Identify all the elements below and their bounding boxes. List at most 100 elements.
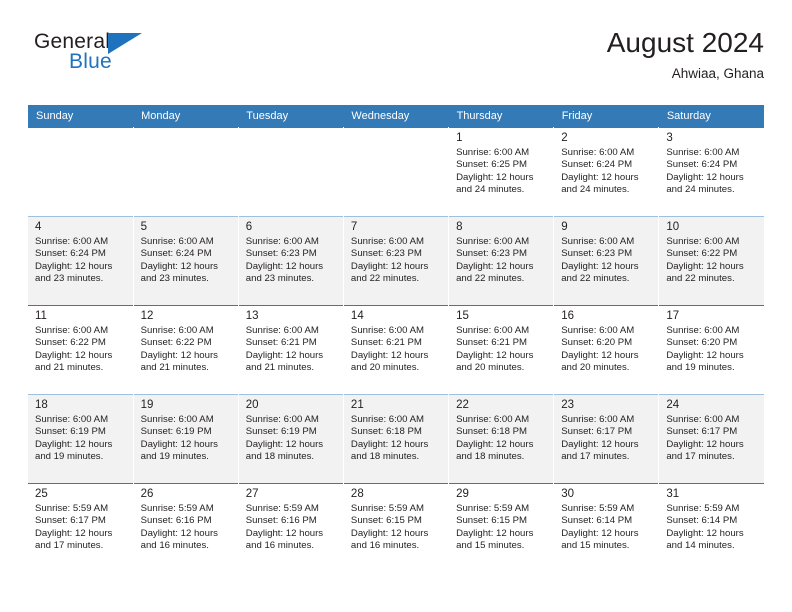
calendar-cell-inner: 14 Sunrise: 6:00 AM Sunset: 6:21 PM Dayligh…	[343, 305, 449, 394]
sunset-text: Sunset: 6:24 PM	[561, 159, 633, 171]
calendar-day-cell[interactable]: 25 Sunrise: 5:59 AM Sunset: 6:17 PM Dayligh…	[28, 483, 134, 572]
calendar-cell-inner: 18 Sunrise: 6:00 AM Sunset: 6:19 PM Dayligh…	[28, 394, 133, 483]
sunrise-text: Sunrise: 6:00 AM	[456, 236, 530, 247]
calendar-cell-inner: 22 Sunrise: 6:00 AM Sunset: 6:18 PM Dayligh…	[449, 394, 554, 483]
day-number: 9	[561, 221, 568, 233]
daylight-text-line1: Daylight: 12 hours	[35, 527, 113, 539]
daylight-text-line2: and 23 minutes.	[140, 273, 209, 285]
calendar-day-cell[interactable]: 23 Sunrise: 6:00 AM Sunset: 6:17 PM Dayligh…	[553, 394, 660, 483]
calendar-day-cell[interactable]: 5 Sunrise: 6:00 AM Sunset: 6:24 PM Daylight…	[133, 216, 239, 305]
sunset-text: Sunset: 6:21 PM	[456, 337, 527, 349]
calendar-day-cell[interactable]: 14 Sunrise: 6:00 AM Sunset: 6:21 PM Dayligh…	[343, 305, 450, 394]
sunrise-text: Sunrise: 6:00 AM	[140, 325, 214, 336]
daylight-text-line2: and 22 minutes.	[666, 273, 735, 285]
weekday-header-saturday: Saturday	[658, 105, 764, 127]
daylight-text-line2: and 23 minutes.	[35, 273, 104, 285]
daylight-text-line2: and 14 minutes.	[666, 540, 735, 552]
day-number: 18	[35, 399, 48, 411]
calendar-cell-inner: 24 Sunrise: 6:00 AM Sunset: 6:17 PM Dayligh…	[659, 394, 764, 483]
daylight-text-line1: Daylight: 12 hours	[245, 260, 324, 272]
calendar-day-cell[interactable]: 29 Sunrise: 5:59 AM Sunset: 6:15 PM Dayligh…	[448, 483, 555, 572]
sunset-text: Sunset: 6:15 PM	[350, 515, 422, 527]
daylight-text-line1: Daylight: 12 hours	[456, 260, 534, 272]
daylight-text-line1: Daylight: 12 hours	[350, 260, 429, 272]
day-number: 13	[245, 310, 259, 322]
calendar-cell-empty	[133, 127, 239, 216]
calendar-cell-empty	[28, 127, 134, 216]
calendar-cell-inner: 3 Sunrise: 6:00 AM Sunset: 6:24 PM Daylight…	[659, 127, 764, 216]
day-number: 19	[140, 399, 154, 411]
calendar-day-cell[interactable]: 3 Sunrise: 6:00 AM Sunset: 6:24 PM Daylight…	[658, 127, 764, 216]
calendar-day-cell[interactable]: 26 Sunrise: 5:59 AM Sunset: 6:16 PM Dayligh…	[133, 483, 239, 572]
calendar-header-row: Sunday Monday Tuesday Wednesday Thursday…	[28, 105, 764, 127]
daylight-text-line2: and 21 minutes.	[140, 362, 209, 374]
calendar-day-cell[interactable]: 8 Sunrise: 6:00 AM Sunset: 6:23 PM Daylight…	[448, 216, 555, 305]
calendar-day-cell[interactable]: 6 Sunrise: 6:00 AM Sunset: 6:23 PM Daylight…	[238, 216, 344, 305]
brand-logo[interactable]: General Blue	[34, 30, 234, 86]
calendar-day-cell[interactable]: 1 Sunrise: 6:00 AM Sunset: 6:25 PM Daylight…	[448, 127, 555, 216]
calendar-day-cell[interactable]: 28 Sunrise: 5:59 AM Sunset: 6:15 PM Dayligh…	[343, 483, 450, 572]
daylight-text-line1: Daylight: 12 hours	[140, 260, 218, 272]
calendar-day-cell[interactable]: 15 Sunrise: 6:00 AM Sunset: 6:21 PM Dayligh…	[448, 305, 555, 394]
day-number: 4	[35, 221, 42, 233]
calendar-day-cell[interactable]: 27 Sunrise: 5:59 AM Sunset: 6:16 PM Dayligh…	[238, 483, 344, 572]
calendar-day-cell[interactable]: 12 Sunrise: 6:00 AM Sunset: 6:22 PM Dayligh…	[133, 305, 239, 394]
calendar-day-cell[interactable]: 30 Sunrise: 5:59 AM Sunset: 6:14 PM Dayligh…	[553, 483, 660, 572]
calendar-day-cell[interactable]: 11 Sunrise: 6:00 AM Sunset: 6:22 PM Dayligh…	[28, 305, 134, 394]
calendar-day-cell[interactable]: 19 Sunrise: 6:00 AM Sunset: 6:19 PM Dayligh…	[133, 394, 239, 483]
calendar-week-row: 1 Sunrise: 6:00 AM Sunset: 6:25 PM Daylight…	[28, 127, 764, 216]
brand-name-blue: Blue	[69, 50, 112, 73]
calendar-week-row: 4 Sunrise: 6:00 AM Sunset: 6:24 PM Daylight…	[28, 216, 764, 305]
calendar-cell-inner: 30 Sunrise: 5:59 AM Sunset: 6:14 PM Dayligh…	[554, 483, 659, 572]
calendar-day-cell[interactable]: 2 Sunrise: 6:00 AM Sunset: 6:24 PM Daylight…	[553, 127, 660, 216]
calendar-day-cell[interactable]: 18 Sunrise: 6:00 AM Sunset: 6:19 PM Dayligh…	[28, 394, 134, 483]
sunrise-text: Sunrise: 6:00 AM	[561, 147, 635, 158]
calendar-cell-inner: 26 Sunrise: 5:59 AM Sunset: 6:16 PM Dayligh…	[133, 483, 238, 572]
day-number: 10	[666, 221, 680, 233]
daylight-text-line1: Daylight: 12 hours	[350, 438, 429, 450]
sunset-text: Sunset: 6:22 PM	[666, 248, 738, 260]
daylight-text-line1: Daylight: 12 hours	[350, 527, 429, 539]
calendar-day-cell[interactable]: 24 Sunrise: 6:00 AM Sunset: 6:17 PM Dayligh…	[658, 394, 764, 483]
calendar-cell-inner: 16 Sunrise: 6:00 AM Sunset: 6:20 PM Dayligh…	[554, 305, 659, 394]
sunrise-text: Sunrise: 6:00 AM	[456, 147, 530, 158]
daylight-text-line1: Daylight: 12 hours	[561, 171, 639, 183]
calendar-day-cell[interactable]: 31 Sunrise: 5:59 AM Sunset: 6:14 PM Dayligh…	[658, 483, 764, 572]
day-number: 23	[561, 399, 574, 411]
daylight-text-line2: and 24 minutes.	[456, 184, 525, 196]
calendar-day-cell[interactable]: 7 Sunrise: 6:00 AM Sunset: 6:23 PM Daylight…	[343, 216, 450, 305]
calendar-day-cell[interactable]: 10 Sunrise: 6:00 AM Sunset: 6:22 PM Dayligh…	[658, 216, 764, 305]
calendar-day-cell[interactable]: 13 Sunrise: 6:00 AM Sunset: 6:21 PM Dayligh…	[238, 305, 344, 394]
sunset-text: Sunset: 6:25 PM	[456, 159, 527, 171]
calendar-cell-inner: 11 Sunrise: 6:00 AM Sunset: 6:22 PM Dayligh…	[28, 305, 133, 394]
calendar-week-row: 11 Sunrise: 6:00 AM Sunset: 6:22 PM Dayligh…	[28, 305, 764, 394]
daylight-text-line1: Daylight: 12 hours	[350, 349, 429, 361]
daylight-text-line2: and 21 minutes.	[245, 362, 315, 374]
calendar-day-cell[interactable]: 16 Sunrise: 6:00 AM Sunset: 6:20 PM Dayligh…	[553, 305, 660, 394]
calendar-cell-inner: 28 Sunrise: 5:59 AM Sunset: 6:15 PM Dayligh…	[343, 483, 449, 572]
calendar-day-cell[interactable]: 9 Sunrise: 6:00 AM Sunset: 6:23 PM Daylight…	[553, 216, 660, 305]
calendar-day-cell[interactable]: 21 Sunrise: 6:00 AM Sunset: 6:18 PM Dayligh…	[343, 394, 450, 483]
sunrise-text: Sunrise: 5:59 AM	[245, 503, 319, 514]
calendar-day-cell[interactable]: 4 Sunrise: 6:00 AM Sunset: 6:24 PM Daylight…	[28, 216, 134, 305]
sunrise-text: Sunrise: 6:00 AM	[456, 325, 530, 336]
calendar-day-cell[interactable]: 22 Sunrise: 6:00 AM Sunset: 6:18 PM Dayligh…	[448, 394, 555, 483]
day-number: 31	[666, 488, 680, 500]
daylight-text-line1: Daylight: 12 hours	[456, 349, 534, 361]
sunset-text: Sunset: 6:14 PM	[666, 515, 738, 527]
daylight-text-line2: and 24 minutes.	[561, 184, 630, 196]
calendar-cell-inner: 29 Sunrise: 5:59 AM Sunset: 6:15 PM Dayligh…	[449, 483, 554, 572]
page-title: August 2024	[606, 27, 764, 58]
calendar-day-cell[interactable]: 20 Sunrise: 6:00 AM Sunset: 6:19 PM Dayligh…	[238, 394, 344, 483]
calendar-cell-inner	[133, 127, 238, 216]
sunset-text: Sunset: 6:19 PM	[245, 426, 317, 438]
daylight-text-line1: Daylight: 12 hours	[561, 260, 639, 272]
sunset-text: Sunset: 6:22 PM	[35, 337, 106, 349]
daylight-text-line2: and 20 minutes.	[561, 362, 630, 374]
calendar-day-cell[interactable]: 17 Sunrise: 6:00 AM Sunset: 6:20 PM Dayligh…	[658, 305, 764, 394]
weekday-header-tuesday: Tuesday	[238, 105, 344, 127]
day-number: 27	[245, 488, 259, 500]
sunrise-text: Sunrise: 6:00 AM	[245, 414, 319, 425]
daylight-text-line2: and 22 minutes.	[561, 273, 630, 285]
day-number: 12	[140, 310, 154, 322]
